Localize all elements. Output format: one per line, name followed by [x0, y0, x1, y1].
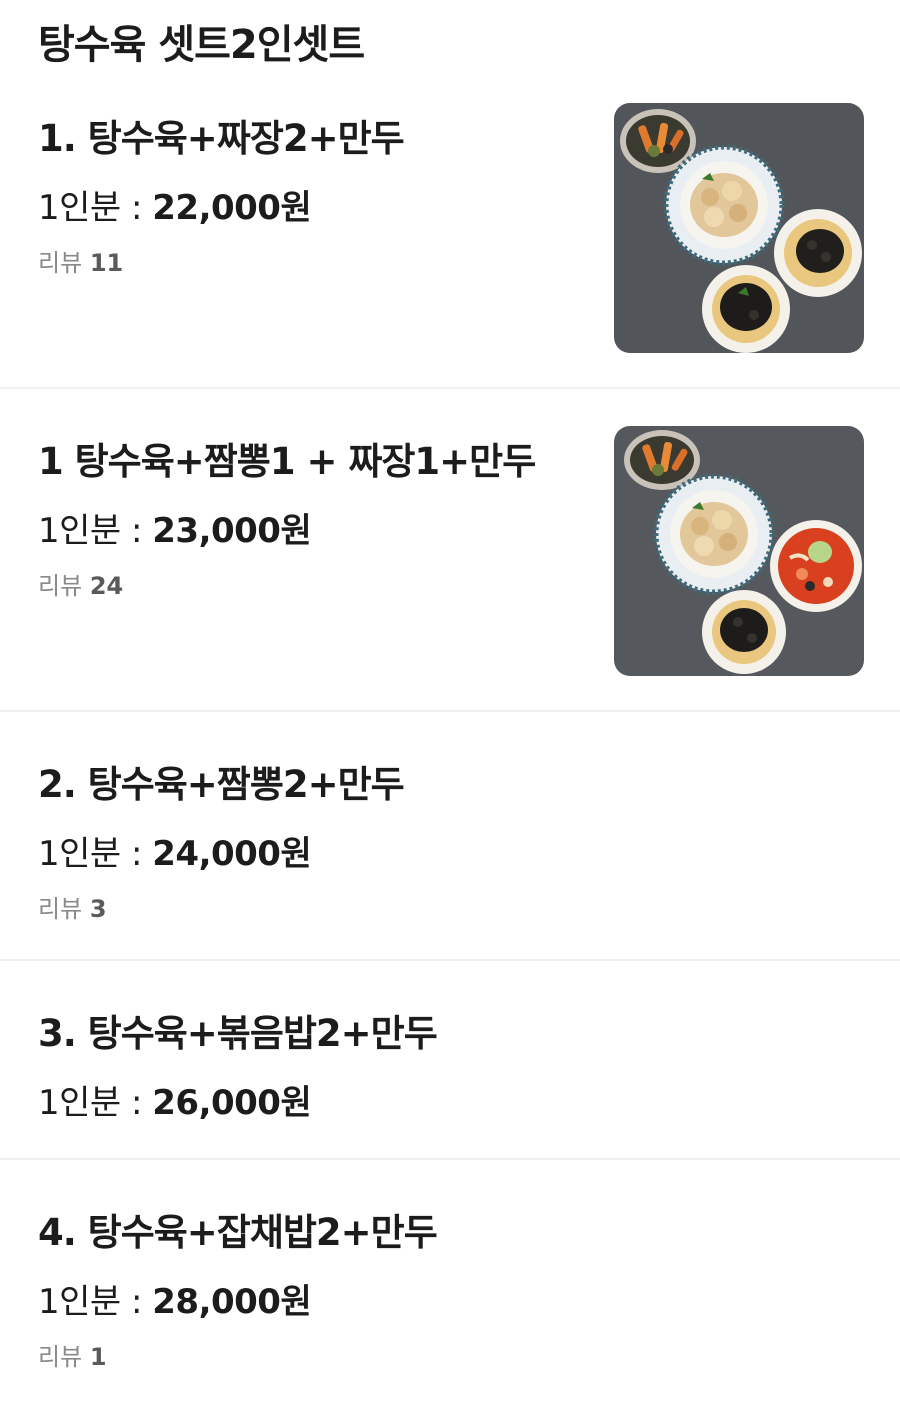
menu-item-name: 2. 탕수육+짬뽕2+만두: [38, 763, 405, 806]
price-prefix: 1인분 :: [38, 1083, 153, 1123]
menu-item-review: 리뷰 1: [38, 1337, 107, 1372]
review-count: 11: [89, 249, 124, 277]
review-count: 3: [89, 895, 107, 923]
menu-item-name: 1 탕수육+짬뽕1 + 짜장1+만두: [38, 440, 536, 483]
menu-item-price: 1인분 : 26,000원: [38, 1075, 312, 1124]
menu-item-name: 1. 탕수육+짜장2+만두: [38, 117, 405, 160]
menu-item-4[interactable]: 3. 탕수육+볶음밥2+만두 1인분 : 26,000원: [0, 961, 900, 1159]
price-value: 26,000원: [152, 1083, 312, 1123]
menu-item-name: 3. 탕수육+볶음밥2+만두: [38, 1012, 438, 1055]
review-count: 24: [89, 572, 124, 600]
menu-item-3[interactable]: 2. 탕수육+짬뽕2+만두 1인분 : 24,000원 리뷰 3: [0, 712, 900, 960]
menu-item-price: 1인분 : 23,000원: [38, 503, 312, 552]
price-value: 24,000원: [152, 834, 312, 874]
menu-item-price: 1인분 : 22,000원: [38, 180, 312, 229]
menu-item-review: 리뷰 3: [38, 889, 107, 924]
price-prefix: 1인분 :: [38, 188, 153, 228]
price-prefix: 1인분 :: [38, 511, 153, 551]
food-set-jjamppong-photo-icon[interactable]: [614, 426, 864, 676]
menu-item-name: 4. 탕수육+잡채밥2+만두: [38, 1211, 438, 1254]
price-prefix: 1인분 :: [38, 834, 153, 874]
price-value: 28,000원: [152, 1282, 312, 1322]
menu-item-review: 리뷰 11: [38, 243, 123, 278]
review-count: 1: [89, 1343, 107, 1371]
menu-item-5[interactable]: 4. 탕수육+잡채밥2+만두 1인분 : 28,000원 리뷰 1: [0, 1160, 900, 1404]
review-label: 리뷰: [38, 1343, 83, 1371]
menu-item-review: 리뷰 24: [38, 566, 123, 601]
review-label: 리뷰: [38, 895, 83, 923]
price-value: 23,000원: [152, 511, 312, 551]
food-set-jjajang-photo-icon[interactable]: [614, 103, 864, 353]
menu-item-price: 1인분 : 24,000원: [38, 826, 312, 875]
menu-item-price: 1인분 : 28,000원: [38, 1274, 312, 1323]
review-label: 리뷰: [38, 249, 83, 277]
menu-item-2[interactable]: 1 탕수육+짬뽕1 + 짜장1+만두 1인분 : 23,000원 리뷰 24: [0, 389, 900, 711]
review-label: 리뷰: [38, 572, 83, 600]
menu-item-1[interactable]: 1. 탕수육+짜장2+만두 1인분 : 22,000원 리뷰 11: [0, 0, 900, 388]
price-value: 22,000원: [152, 188, 312, 228]
price-prefix: 1인분 :: [38, 1282, 153, 1322]
